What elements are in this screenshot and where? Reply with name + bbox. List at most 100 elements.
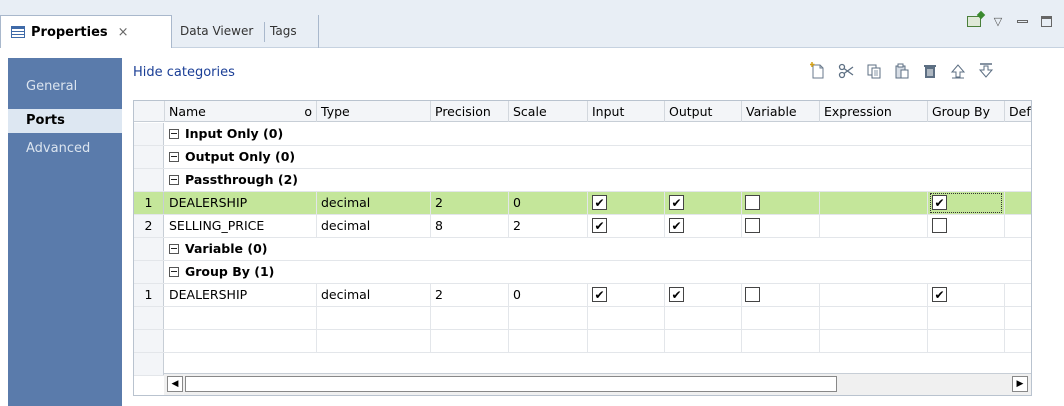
move-down-icon[interactable] [975,60,997,82]
move-up-icon[interactable] [947,60,969,82]
variable-checkbox[interactable] [745,195,760,210]
port-expression-cell[interactable] [820,215,928,237]
group-by-checkbox[interactable] [932,287,947,302]
output-checkbox[interactable] [669,195,684,210]
paste-icon[interactable] [891,60,913,82]
port-scale-cell[interactable]: 0 [509,284,588,306]
category-label: Group By (1) [185,264,275,279]
delete-icon[interactable] [919,60,941,82]
column-header-name-label: Name [169,104,206,119]
hide-categories-link[interactable]: Hide categories [133,65,235,80]
tab-divider [264,22,265,42]
row-number: 2 [134,215,164,237]
tab-data-viewer-label: Data Viewer [180,24,254,38]
variable-checkbox[interactable] [745,287,760,302]
input-checkbox[interactable] [592,287,607,302]
tab-tags[interactable]: Tags [266,15,316,47]
port-name-cell[interactable]: SELLING_PRICE [165,215,317,237]
port-default-cell[interactable] [1005,192,1031,214]
port-precision-cell[interactable]: 2 [431,284,509,306]
column-header-input[interactable]: Input [588,101,665,122]
edit-view-icon[interactable] [966,13,982,29]
horizontal-scrollbar[interactable]: ◀ ▶ [164,373,1031,395]
collapse-icon[interactable] [169,129,179,139]
output-checkbox[interactable] [669,218,684,233]
scrollbar-thumb[interactable] [185,376,837,392]
port-default-cell[interactable] [1005,284,1031,306]
table-row[interactable]: 1 DEALERSHIP decimal 2 0 [134,192,1031,215]
sidebar-item-general[interactable]: General [8,75,122,99]
column-header-variable[interactable]: Variable [742,101,820,122]
view-toolbar: ▽ [966,13,1054,29]
tab-properties[interactable]: Properties × [0,15,172,48]
port-expression-cell[interactable] [820,192,928,214]
sidebar-item-ports[interactable]: Ports [8,109,122,133]
variable-checkbox[interactable] [745,218,760,233]
empty-row[interactable] [134,330,1031,353]
properties-icon [11,26,25,38]
group-by-checkbox[interactable] [932,218,947,233]
new-port-icon[interactable] [807,60,829,82]
ports-grid: Name o Type Precision Scale Input Output… [133,100,1032,396]
table-row[interactable]: 2 SELLING_PRICE decimal 8 2 [134,215,1031,238]
column-header-expression[interactable]: Expression [820,101,928,122]
column-header-scale[interactable]: Scale [509,101,588,122]
port-expression-cell[interactable] [820,284,928,306]
tab-properties-label: Properties [31,24,108,40]
sidebar-item-advanced[interactable]: Advanced [8,137,122,161]
output-checkbox[interactable] [669,287,684,302]
category-row[interactable]: Output Only (0) [134,146,1031,169]
tab-data-viewer[interactable]: Data Viewer [176,15,262,47]
collapse-icon[interactable] [169,244,179,254]
view-tab-bar: Properties × Data Viewer Tags ▽ [0,0,1064,48]
column-header-type[interactable]: Type [317,101,431,122]
port-name-cell[interactable]: DEALERSHIP [165,192,317,214]
port-type-cell[interactable]: decimal [317,192,431,214]
port-default-cell[interactable] [1005,215,1031,237]
scroll-left-icon[interactable]: ◀ [167,376,183,392]
grid-header: Name o Type Precision Scale Input Output… [134,101,1031,122]
port-scale-cell[interactable]: 0 [509,192,588,214]
category-row[interactable]: Variable (0) [134,238,1031,261]
row-number: 1 [134,192,164,214]
category-row[interactable]: Input Only (0) [134,123,1031,146]
properties-sidebar: General Ports Advanced [8,58,122,406]
properties-content: General Ports Advanced Hide categories N… [0,49,1064,406]
input-checkbox[interactable] [592,218,607,233]
port-type-cell[interactable]: decimal [317,215,431,237]
scroll-right-icon[interactable]: ▶ [1012,376,1028,392]
input-checkbox[interactable] [592,195,607,210]
category-label: Passthrough (2) [185,172,298,187]
minimize-icon[interactable] [1014,13,1030,29]
collapse-icon[interactable] [169,152,179,162]
port-name-cell[interactable]: DEALERSHIP [165,284,317,306]
row-number-header [134,101,165,122]
empty-row[interactable] [134,307,1031,330]
maximize-icon[interactable] [1038,13,1054,29]
table-row[interactable]: 1 DEALERSHIP decimal 2 0 [134,284,1031,307]
column-header-precision[interactable]: Precision [431,101,509,122]
category-label: Input Only (0) [185,126,284,141]
column-header-output[interactable]: Output [665,101,742,122]
column-header-group-by[interactable]: Group By [928,101,1005,122]
column-header-name[interactable]: Name o [165,101,317,122]
port-type-cell[interactable]: decimal [317,284,431,306]
category-row[interactable]: Passthrough (2) [134,169,1031,192]
copy-icon[interactable] [863,60,885,82]
sort-marker: o [304,104,312,119]
tab-divider [318,15,319,48]
ports-toolbar [807,60,997,82]
category-label: Variable (0) [185,241,268,256]
port-precision-cell[interactable]: 8 [431,215,509,237]
port-precision-cell[interactable]: 2 [431,192,509,214]
collapse-icon[interactable] [169,267,179,277]
category-row[interactable]: Group By (1) [134,261,1031,284]
port-scale-cell[interactable]: 2 [509,215,588,237]
view-menu-icon[interactable]: ▽ [990,13,1006,29]
close-icon[interactable]: × [118,25,129,40]
cut-icon[interactable] [835,60,857,82]
collapse-icon[interactable] [169,175,179,185]
tab-tags-label: Tags [270,24,297,38]
group-by-checkbox[interactable] [932,195,947,210]
column-header-default[interactable]: Defaul [1005,101,1031,122]
